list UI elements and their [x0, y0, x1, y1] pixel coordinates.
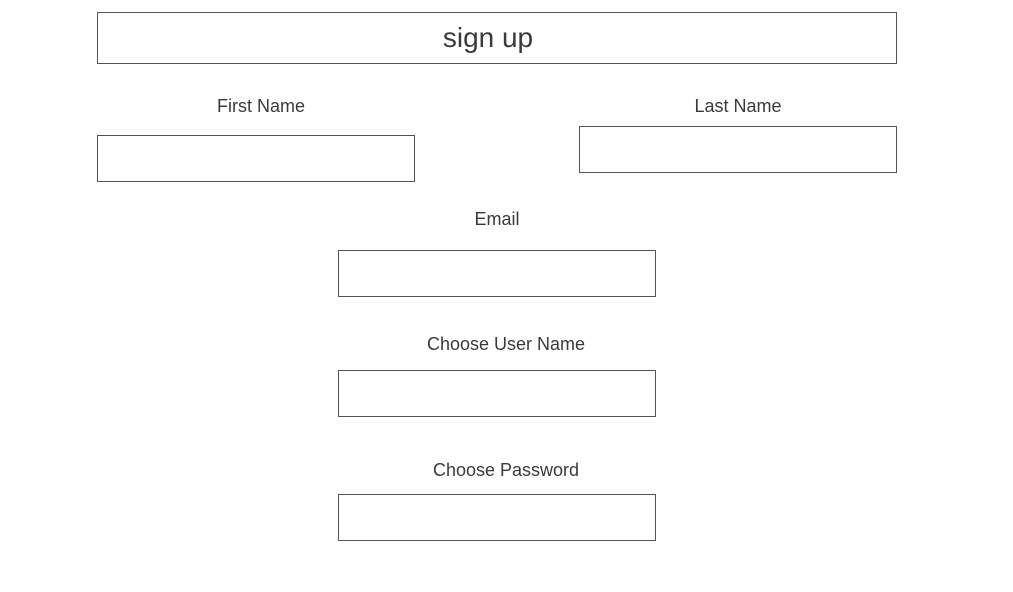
password-label: Choose Password — [432, 460, 580, 480]
email-label: Email — [474, 209, 520, 229]
page-title: sign up — [442, 22, 534, 53]
email-input[interactable] — [338, 250, 656, 297]
username-label: Choose User Name — [426, 334, 586, 354]
username-input[interactable] — [338, 370, 656, 417]
sign-up-header: sign up — [97, 12, 897, 64]
first-name-input[interactable] — [97, 135, 415, 182]
last-name-input[interactable] — [579, 126, 897, 173]
first-name-label: First Name — [216, 96, 306, 116]
password-input[interactable] — [338, 494, 656, 541]
last-name-label: Last Name — [694, 96, 782, 116]
